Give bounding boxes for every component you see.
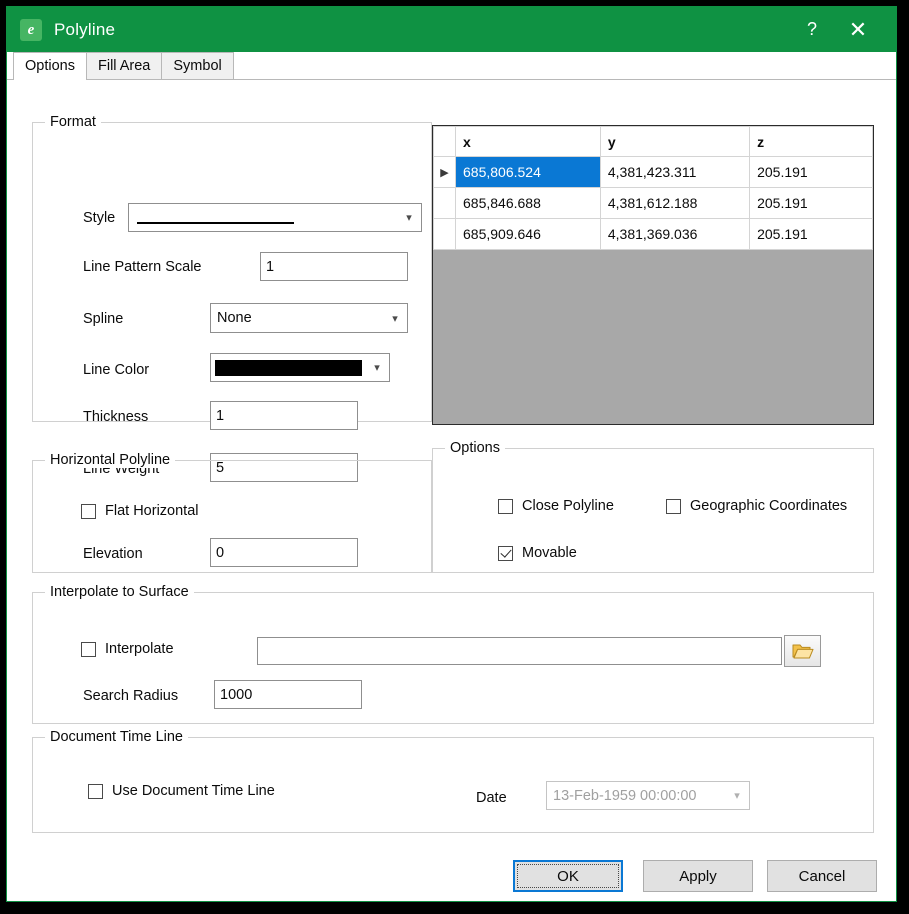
- format-group: Format Style ▾ Line Pattern Scale 1 Spli…: [32, 114, 432, 482]
- chevron-down-icon: ▾: [406, 212, 412, 224]
- coordinates-grid[interactable]: x y z ▶ 685,806.524 4,381,423.311 205.19…: [432, 125, 874, 425]
- chevron-down-icon: ▾: [734, 790, 740, 802]
- table-header-row: x y z: [433, 126, 873, 157]
- style-combo[interactable]: ▾: [128, 203, 422, 232]
- polyline-dialog: e Polyline ? ✕ Options Fill Area Symbol …: [6, 6, 897, 902]
- cell-x[interactable]: 685,846.688: [455, 187, 601, 219]
- checkbox-box: [498, 545, 513, 561]
- row-selector-icon[interactable]: [433, 187, 456, 219]
- options-legend: Options: [445, 440, 505, 456]
- ok-button[interactable]: OK: [513, 860, 623, 892]
- cell-y[interactable]: 4,381,612.188: [599, 187, 751, 219]
- focus-ring: [517, 864, 619, 888]
- movable-label: Movable: [522, 545, 577, 561]
- options-group: Options Close Polyline Geographic Coordi…: [432, 440, 874, 573]
- geographic-coordinates-checkbox[interactable]: Geographic Coordinates: [666, 498, 847, 514]
- line-color-swatch: [214, 358, 363, 377]
- date-label: Date: [476, 790, 507, 806]
- use-document-time-line-checkbox[interactable]: Use Document Time Line: [88, 783, 275, 799]
- document-time-line-group: Document Time Line Use Document Time Lin…: [32, 729, 874, 833]
- close-polyline-label: Close Polyline: [522, 498, 614, 514]
- close-button[interactable]: ✕: [835, 7, 881, 52]
- cell-z[interactable]: 205.191: [749, 218, 873, 250]
- help-button[interactable]: ?: [789, 7, 835, 52]
- window-title: Polyline: [54, 19, 116, 39]
- thickness-label: Thickness: [83, 409, 149, 425]
- column-header-x[interactable]: x: [455, 126, 601, 157]
- row-selector-icon[interactable]: [433, 218, 456, 250]
- horizontal-polyline-group: Horizontal Polyline Flat Horizontal Elev…: [32, 452, 432, 573]
- cell-x[interactable]: 685,806.524: [455, 156, 601, 188]
- tab-content-options: Format Style ▾ Line Pattern Scale 1 Spli…: [7, 80, 896, 901]
- spline-label: Spline: [83, 311, 124, 327]
- document-time-line-legend: Document Time Line: [45, 729, 188, 745]
- folder-open-icon: [792, 644, 813, 659]
- line-color-combo[interactable]: ▾: [210, 353, 390, 382]
- coordinates-table: x y z ▶ 685,806.524 4,381,423.311 205.19…: [433, 126, 873, 250]
- line-pattern-scale-label: Line Pattern Scale: [83, 259, 202, 275]
- checkbox-box: [81, 641, 96, 657]
- cell-x[interactable]: 685,909.646: [455, 218, 601, 250]
- style-preview-line: [137, 222, 294, 224]
- cell-y[interactable]: 4,381,423.311: [599, 156, 751, 188]
- interpolate-legend: Interpolate to Surface: [45, 584, 194, 600]
- spline-value: None: [217, 310, 252, 326]
- style-label: Style: [83, 210, 116, 226]
- checkbox-box: [88, 783, 103, 799]
- cancel-button[interactable]: Cancel: [767, 860, 877, 892]
- cell-y[interactable]: 4,381,369.036: [599, 218, 751, 250]
- elevation-input[interactable]: 0: [210, 538, 358, 567]
- tab-symbol[interactable]: Symbol: [161, 52, 234, 79]
- surface-path-input[interactable]: [257, 637, 782, 665]
- column-header-selector: [433, 126, 456, 157]
- interpolate-checkbox[interactable]: Interpolate: [81, 641, 174, 657]
- flat-horizontal-label: Flat Horizontal: [105, 503, 199, 519]
- thickness-input[interactable]: 1: [210, 401, 358, 430]
- column-header-y[interactable]: y: [599, 126, 751, 157]
- row-selector-icon[interactable]: ▶: [433, 156, 456, 188]
- interpolate-to-surface-group: Interpolate to Surface Interpolate Searc…: [32, 584, 874, 724]
- elevation-label: Elevation: [83, 546, 143, 562]
- cancel-button-label: Cancel: [798, 867, 846, 885]
- search-radius-label: Search Radius: [83, 688, 179, 704]
- format-legend: Format: [45, 114, 101, 130]
- chevron-down-icon: ▾: [392, 312, 398, 325]
- geographic-coordinates-label: Geographic Coordinates: [690, 498, 848, 514]
- table-row[interactable]: 685,909.646 4,381,369.036 205.191: [433, 218, 873, 250]
- checkbox-box: [81, 503, 96, 519]
- tab-strip: Options Fill Area Symbol: [7, 52, 896, 80]
- interpolate-label: Interpolate: [105, 641, 174, 657]
- search-radius-input[interactable]: 1000: [214, 680, 362, 709]
- checkbox-box: [498, 498, 513, 514]
- table-row[interactable]: 685,846.688 4,381,612.188 205.191: [433, 187, 873, 219]
- date-value: 13-Feb-1959 00:00:00: [553, 787, 697, 804]
- movable-checkbox[interactable]: Movable: [498, 545, 577, 561]
- horizontal-polyline-legend: Horizontal Polyline: [45, 452, 176, 468]
- column-header-z[interactable]: z: [749, 126, 873, 157]
- line-pattern-scale-input[interactable]: 1: [260, 252, 408, 281]
- chevron-down-icon: ▾: [374, 362, 380, 374]
- line-color-label: Line Color: [83, 362, 150, 378]
- apply-button-label: Apply: [679, 867, 717, 885]
- browse-folder-button[interactable]: [784, 635, 821, 667]
- title-bar: e Polyline ? ✕: [7, 7, 896, 52]
- tab-options[interactable]: Options: [13, 52, 87, 80]
- cell-z[interactable]: 205.191: [749, 156, 873, 188]
- cell-z[interactable]: 205.191: [749, 187, 873, 219]
- tab-fill-area[interactable]: Fill Area: [85, 52, 163, 79]
- flat-horizontal-checkbox[interactable]: Flat Horizontal: [81, 503, 198, 519]
- date-picker[interactable]: 13-Feb-1959 00:00:00 ▾: [546, 781, 750, 810]
- table-row[interactable]: ▶ 685,806.524 4,381,423.311 205.191: [433, 156, 873, 188]
- checkbox-box: [666, 498, 681, 514]
- spline-combo[interactable]: None ▾: [210, 303, 408, 333]
- app-icon: e: [20, 18, 42, 41]
- apply-button[interactable]: Apply: [643, 860, 753, 892]
- use-document-time-line-label: Use Document Time Line: [112, 783, 275, 799]
- close-polyline-checkbox[interactable]: Close Polyline: [498, 498, 614, 514]
